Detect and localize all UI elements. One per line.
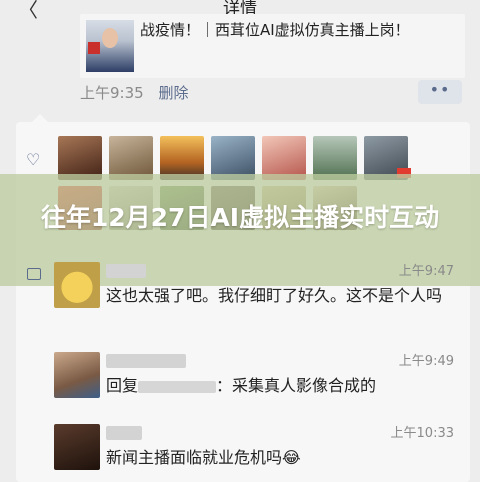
comment-text: ：采集真人影像合成的 <box>216 376 377 395</box>
article-thumbnail <box>86 20 134 72</box>
shared-article-card[interactable]: 战疫情！｜西茸位AI虚拟仿真主播上岗！ <box>80 14 465 78</box>
more-options-button[interactable]: •• <box>418 80 462 104</box>
comment-author-redacted <box>106 354 186 368</box>
comment-author-redacted <box>106 264 146 278</box>
reply-prefix: 回复 <box>106 376 139 395</box>
comment-icon <box>27 268 41 280</box>
comment-time: 上午9:49 <box>398 354 454 369</box>
banner-title: 往年12月27日AI虚拟主播实时互动 <box>40 203 440 232</box>
comment-author-redacted <box>106 426 142 440</box>
article-title: 战疫情！｜西茸位AI虚拟仿真主播上岗！ <box>140 21 410 39</box>
comment-text: 这也太强了吧。我仔细盯了好久。这不是个人吗 <box>106 286 443 305</box>
heart-icon: ♡ <box>26 150 41 169</box>
comment-text: 新闻主播面临就业危机吗😂 <box>106 448 301 467</box>
comment-time: 上午10:33 <box>390 426 454 441</box>
reply-target-redacted <box>138 380 217 393</box>
post-time: 上午9:35 <box>80 84 144 102</box>
post-meta: 上午9:35 删除 <box>80 82 188 103</box>
avatar[interactable] <box>54 262 100 308</box>
delete-link[interactable]: 删除 <box>158 84 188 102</box>
comment-body: 回复 ：采集真人影像合成的 <box>106 374 452 398</box>
avatar[interactable] <box>54 352 100 398</box>
avatar[interactable] <box>54 424 100 470</box>
comment-time: 上午9:47 <box>398 264 454 279</box>
